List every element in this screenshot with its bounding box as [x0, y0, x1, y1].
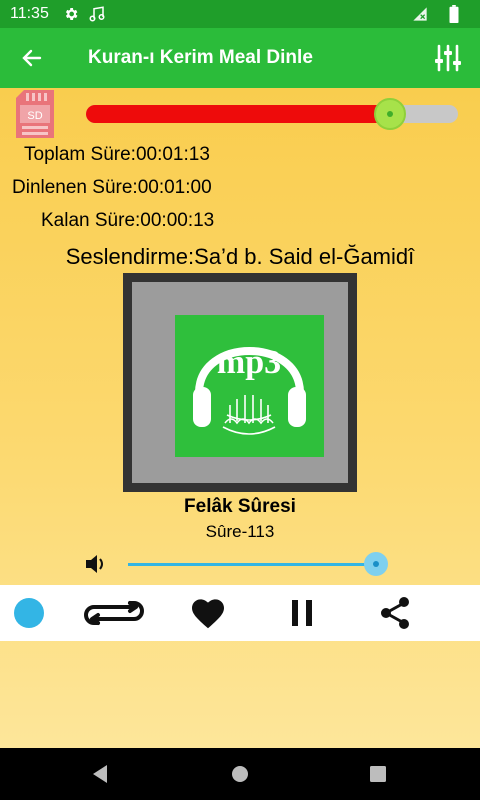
status-dot-icon [14, 598, 44, 628]
nav-home-button[interactable] [228, 762, 252, 786]
recents-square-icon [370, 766, 386, 782]
played-duration: Dinlenen Süre:00:01:00 [12, 177, 212, 198]
repeat-button[interactable] [82, 585, 146, 641]
app-title: Kuran-ı Kerim Meal Dinle [88, 47, 313, 68]
player-content: SD Toplam Süre:00:01:13 Dinlenen Süre:00… [0, 88, 480, 748]
seek-bar[interactable] [86, 98, 458, 130]
status-bar: 11:35 [0, 0, 480, 28]
system-nav-bar [0, 748, 480, 800]
volume-track[interactable] [128, 563, 376, 566]
no-signal-icon [410, 4, 430, 24]
battery-icon [444, 4, 464, 24]
status-time: 11:35 [10, 5, 49, 22]
cover-text: mp3 [217, 344, 281, 381]
seek-progress [86, 105, 390, 123]
nav-back-button[interactable] [88, 762, 112, 786]
share-button[interactable] [372, 585, 418, 641]
headphones-mp3-icon: mp3 [175, 315, 324, 457]
status-dot-button[interactable] [12, 585, 46, 641]
arrow-left-icon [22, 49, 42, 67]
nav-recents-button[interactable] [366, 762, 390, 786]
track-name: Felâk Sûresi [184, 496, 296, 517]
repeat-icon [84, 601, 144, 625]
equalizer-icon [435, 44, 461, 72]
remaining-duration: Kalan Süre:00:00:13 [41, 210, 215, 231]
back-triangle-icon [93, 765, 107, 783]
equalizer-button[interactable] [432, 42, 464, 74]
app-bar: Kuran-ı Kerim Meal Dinle [0, 28, 480, 88]
total-duration: Toplam Süre:00:01:13 [24, 144, 210, 165]
track-number: Sûre-113 [205, 522, 275, 541]
sd-card-icon[interactable]: SD [16, 90, 54, 138]
volume-icon[interactable] [84, 553, 108, 575]
share-icon [381, 597, 409, 629]
pause-icon [292, 600, 312, 626]
playback-controls [0, 585, 480, 641]
album-cover: mp3 [123, 273, 357, 492]
back-button[interactable] [0, 28, 64, 88]
volume-thumb[interactable] [364, 552, 388, 576]
reciter-label: Seslendirme:Sa’d b. Said el-Ğamidî [65, 244, 415, 269]
seek-thumb[interactable] [374, 98, 406, 130]
gear-icon [61, 4, 81, 24]
favorite-button[interactable] [186, 585, 230, 641]
home-circle-icon [232, 766, 248, 782]
pause-button[interactable] [282, 585, 322, 641]
heart-icon [192, 599, 224, 629]
music-note-icon [87, 4, 107, 24]
sd-label: SD [27, 110, 42, 122]
